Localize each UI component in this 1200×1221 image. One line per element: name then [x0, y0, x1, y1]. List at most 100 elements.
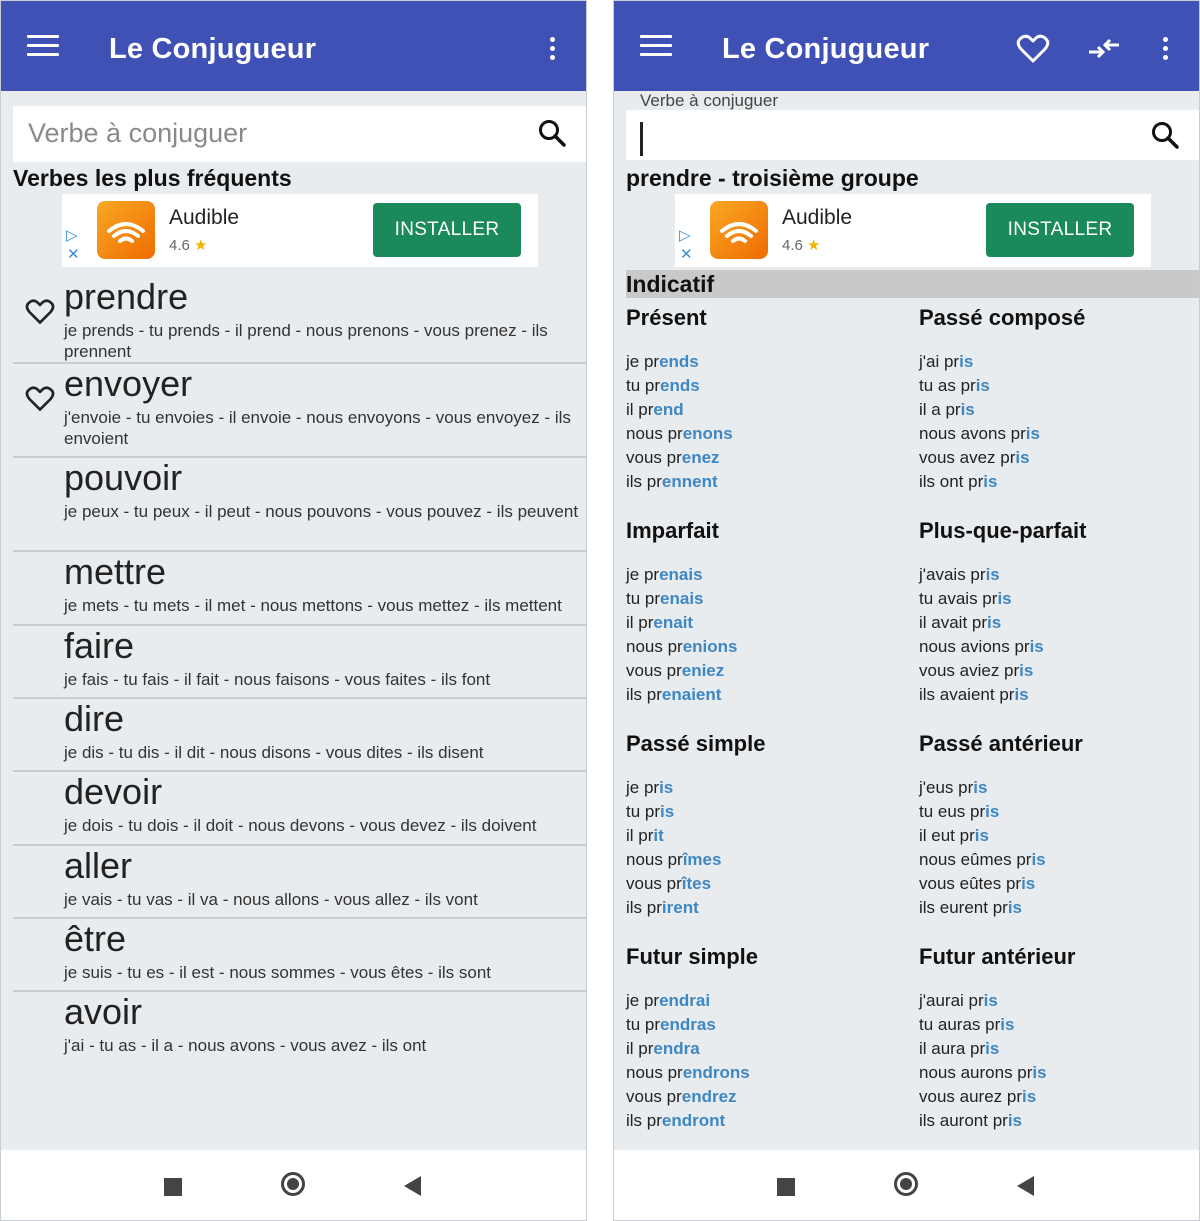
conjugation-stem: je pr — [626, 352, 660, 371]
conjugation-ending: endrai — [659, 991, 711, 1010]
verb-row[interactable]: devoir je dois - tu dois - il doit - nous… — [13, 771, 586, 846]
ad-banner[interactable]: ▷ ✕ Audible 4.6 ★ INSTALLER — [675, 194, 1151, 267]
conjugation-line: il prit — [626, 824, 906, 848]
verb-row[interactable]: être je suis - tu es - il est - nous somm… — [13, 918, 586, 992]
conjugation-stem: vous aviez pr — [919, 660, 1020, 680]
conjugation-stem: vous eûtes pr — [919, 873, 1022, 893]
conjugation-line: vous prenez — [626, 446, 906, 470]
conjugation-line: vous avez pris — [919, 446, 1199, 470]
overflow-menu-icon[interactable] — [549, 37, 557, 64]
back-icon[interactable] — [1017, 1176, 1034, 1196]
verb-row[interactable]: aller je vais - tu vas - il va - nous all… — [13, 845, 586, 919]
recent-apps-icon[interactable] — [777, 1178, 795, 1196]
conjugation-line: il eut pris — [919, 824, 1199, 848]
conjugation-line: il aura pris — [919, 1037, 1199, 1061]
mode-header: Indicatif — [626, 270, 1199, 298]
conjugation-line: nous avions pris — [919, 635, 1199, 659]
conjugation-line: je prenais — [626, 563, 906, 587]
conjugation-ending: endront — [661, 1110, 726, 1130]
tense-block: Futur antérieur j'aurai pris tu auras pris… — [919, 941, 1199, 1132]
conjugation-stem: tu eus pr — [919, 801, 986, 821]
conjugation-ending: is — [983, 991, 998, 1010]
system-nav-bar — [614, 1150, 1199, 1220]
install-button[interactable]: INSTALLER — [373, 203, 521, 257]
conjugation-stem: ils ont pr — [919, 471, 984, 491]
verb-row[interactable]: pouvoir je peux - tu peux - il peut - nou… — [13, 457, 586, 552]
conjugation-line: je pris — [626, 776, 906, 800]
conjugation-ending: is — [975, 375, 990, 395]
conjugation-ending: is — [983, 471, 998, 491]
heart-icon[interactable] — [25, 298, 55, 326]
conjugation-line: ils prenaient — [626, 683, 906, 707]
conjugation-line: il prendra — [626, 1037, 906, 1061]
text-cursor — [640, 122, 643, 156]
tense-block: Plus-que-parfait j'avais pris tu avais pri… — [919, 515, 1199, 706]
conjugation-stem: ils pr — [626, 684, 662, 704]
conjugation-ending: îmes — [682, 849, 722, 869]
conjugation-line: il avait pris — [919, 611, 1199, 635]
conjugation-stem: ils auront pr — [919, 1110, 1008, 1130]
verb-name: devoir — [64, 771, 163, 812]
search-icon[interactable] — [1150, 120, 1180, 150]
verb-name: être — [64, 918, 127, 959]
conjugation-stem: tu as pr — [919, 375, 976, 395]
conjugation-ending: is — [997, 588, 1012, 608]
ad-banner[interactable]: ▷ ✕ Audible 4.6 ★ INSTALLER — [62, 194, 538, 267]
conjugation-line: vous prendrez — [626, 1085, 906, 1109]
recent-apps-icon[interactable] — [164, 1178, 182, 1196]
hamburger-menu-icon[interactable] — [27, 35, 59, 57]
conjugation-ending: end — [653, 399, 684, 419]
ad-close-icon[interactable]: ✕ — [67, 245, 80, 263]
conjugation-ending: is — [985, 565, 1000, 584]
conjugation-ending: is — [1032, 1062, 1047, 1082]
install-button[interactable]: INSTALLER — [986, 203, 1134, 257]
verb-row[interactable]: dire je dis - tu dis - il dit - nous diso… — [13, 698, 586, 772]
conjugation-line: j'eus pris — [919, 776, 1199, 800]
verb-conjugation-summary: je fais - tu fais - il fait - nous faiso… — [64, 670, 491, 689]
search-icon[interactable] — [537, 118, 567, 148]
verb-conjugation-summary: je vais - tu vas - il va - nous allons -… — [64, 890, 478, 909]
ad-choices-icon[interactable]: ▷ — [679, 226, 691, 244]
tense-title: Imparfait — [626, 518, 719, 543]
swap-arrows-icon[interactable] — [1087, 37, 1121, 61]
verb-conjugation-summary: j'envoie - tu envoies - il envoie - nous… — [64, 408, 571, 448]
conjugation-line: vous eûtes pris — [919, 872, 1199, 896]
tense-title: Passé composé — [919, 305, 1086, 330]
conjugation-stem: nous pr — [626, 423, 683, 443]
verb-conjugation-summary: je suis - tu es - il est - nous sommes -… — [64, 963, 492, 982]
overflow-menu-icon[interactable] — [1162, 37, 1170, 64]
heart-icon[interactable] — [25, 385, 55, 413]
conjugation-ending: is — [1021, 873, 1036, 893]
conjugation-line: ils prirent — [626, 896, 906, 920]
verb-row[interactable]: mettre je mets - tu mets - il met - nous … — [13, 551, 586, 626]
conjugation-stem: je pr — [626, 778, 660, 797]
verb-name: aller — [64, 845, 133, 886]
search-input[interactable]: Verbe à conjuguer — [13, 106, 586, 162]
conjugation-ending: enais — [659, 565, 703, 584]
conjugation-line: ils eurent pris — [919, 896, 1199, 920]
app-bar: Le Conjugueur — [614, 1, 1199, 91]
conjugation-line: tu auras pris — [919, 1013, 1199, 1037]
conjugation-ending: endrez — [681, 1086, 737, 1106]
verb-name: prendre — [64, 276, 189, 317]
conjugation-ending: is — [1000, 1014, 1015, 1034]
hamburger-menu-icon[interactable] — [640, 35, 672, 57]
conjugation-line: tu prenais — [626, 587, 906, 611]
conjugation-line: tu prendras — [626, 1013, 906, 1037]
verb-row[interactable]: avoir j'ai - tu as - il a - nous avons - … — [13, 991, 586, 1071]
verb-row[interactable]: envoyer j'envoie - tu envoies - il envoie… — [13, 363, 586, 458]
verb-row[interactable]: faire je fais - tu fais - il fait - nous … — [13, 625, 586, 699]
verb-conjugation-summary: je peux - tu peux - il peut - nous pouvo… — [64, 502, 579, 521]
tense-block: Imparfait je prenais tu prenais il prenait n… — [626, 515, 906, 706]
verb-row[interactable]: prendre je prends - tu prends - il prend … — [13, 276, 586, 364]
search-input[interactable] — [626, 110, 1199, 160]
ad-choices-icon[interactable]: ▷ — [66, 226, 78, 244]
back-icon[interactable] — [404, 1176, 421, 1196]
tense-title: Futur antérieur — [919, 944, 1076, 969]
conjugation-stem: j'ai pr — [919, 352, 960, 371]
favorite-heart-icon[interactable] — [1016, 34, 1050, 64]
conjugation-stem: j'aurai pr — [919, 991, 984, 1010]
home-icon[interactable] — [894, 1172, 918, 1196]
ad-close-icon[interactable]: ✕ — [680, 245, 693, 263]
home-icon[interactable] — [281, 1172, 305, 1196]
